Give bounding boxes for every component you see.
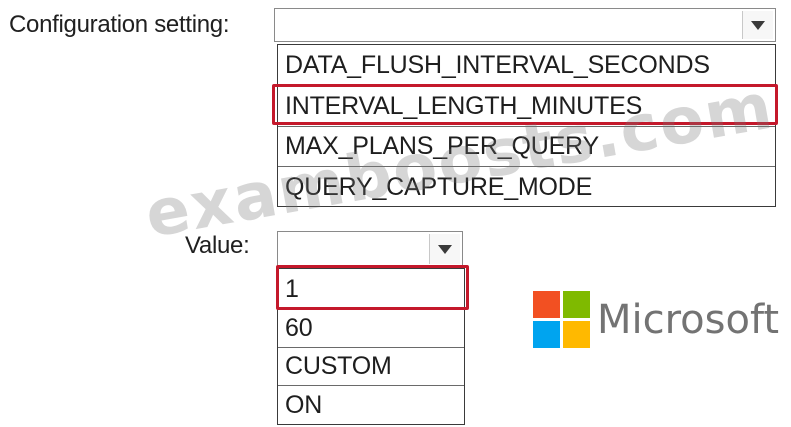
option-label: QUERY_CAPTURE_MODE bbox=[285, 172, 593, 201]
value-label: Value: bbox=[185, 232, 250, 259]
config-option-query-capture-mode[interactable]: QUERY_CAPTURE_MODE bbox=[278, 167, 775, 207]
logo-square-blue bbox=[533, 321, 560, 348]
value-option-60[interactable]: 60 bbox=[278, 310, 464, 348]
config-setting-label: Configuration setting: bbox=[9, 11, 230, 38]
value-options: 1 60 CUSTOM ON bbox=[277, 268, 465, 425]
microsoft-logo-icon bbox=[533, 291, 590, 348]
config-option-max-plans-per-query[interactable]: MAX_PLANS_PER_QUERY bbox=[278, 127, 775, 167]
config-setting-dropdown-button[interactable] bbox=[742, 11, 773, 39]
triangle-down-icon bbox=[438, 244, 452, 254]
option-label: DATA_FLUSH_INTERVAL_SECONDS bbox=[285, 50, 710, 79]
option-label: ON bbox=[285, 390, 323, 419]
option-label: INTERVAL_LENGTH_MINUTES bbox=[285, 91, 643, 120]
value-option-custom[interactable]: CUSTOM bbox=[278, 348, 464, 386]
microsoft-wordmark: Microsoft bbox=[597, 297, 780, 343]
value-option-1[interactable]: 1 bbox=[278, 269, 464, 310]
value-select[interactable] bbox=[277, 231, 463, 267]
value-dropdown-button[interactable] bbox=[429, 234, 460, 264]
triangle-down-icon bbox=[751, 20, 765, 30]
config-option-data-flush-interval-seconds[interactable]: DATA_FLUSH_INTERVAL_SECONDS bbox=[278, 45, 775, 86]
option-label: CUSTOM bbox=[285, 352, 392, 380]
logo-square-red bbox=[533, 291, 560, 318]
config-setting-select[interactable] bbox=[274, 8, 776, 42]
logo-square-green bbox=[563, 291, 590, 318]
logo-square-yellow bbox=[563, 321, 590, 348]
option-label: MAX_PLANS_PER_QUERY bbox=[285, 132, 599, 160]
option-label: 1 bbox=[285, 274, 299, 303]
config-option-interval-length-minutes[interactable]: INTERVAL_LENGTH_MINUTES bbox=[278, 86, 775, 127]
value-option-on[interactable]: ON bbox=[278, 386, 464, 424]
option-label: 60 bbox=[285, 314, 313, 342]
config-setting-options: DATA_FLUSH_INTERVAL_SECONDS INTERVAL_LEN… bbox=[277, 44, 776, 207]
